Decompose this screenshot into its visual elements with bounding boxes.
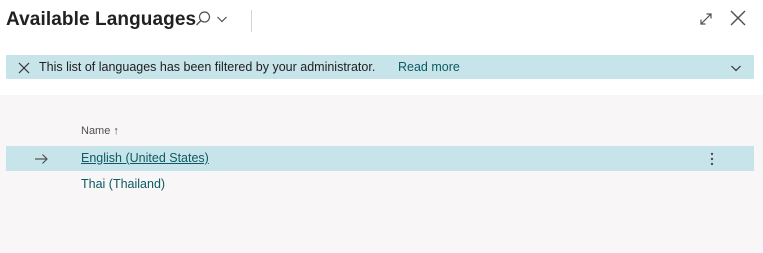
banner-message: This list of languages has been filtered…	[39, 60, 376, 74]
language-list: Name ↑ English (United States) Thai (Tha…	[0, 95, 763, 253]
list-row[interactable]: Thai (Thailand)	[6, 172, 754, 197]
list-row[interactable]: English (United States)	[6, 146, 754, 171]
expand-icon	[698, 11, 714, 32]
column-header-name[interactable]: Name ↑	[81, 125, 119, 137]
page-title: Available Languages	[6, 9, 197, 30]
page-header: Available Languages	[0, 0, 763, 42]
header-divider	[251, 10, 252, 32]
more-options-icon[interactable]	[708, 151, 716, 167]
dismiss-icon[interactable]	[18, 61, 30, 74]
expand-button[interactable]	[696, 11, 716, 31]
search-toggle[interactable]	[194, 10, 228, 33]
read-more-link[interactable]: Read more	[398, 60, 460, 74]
search-icon[interactable]	[194, 10, 212, 33]
arrow-right-icon	[34, 152, 48, 166]
close-button[interactable]	[728, 10, 748, 30]
language-name[interactable]: English (United States)	[81, 151, 209, 165]
language-name[interactable]: Thai (Thailand)	[81, 177, 165, 191]
column-header-label: Name	[81, 125, 111, 137]
chevron-down-icon[interactable]	[216, 12, 228, 30]
notification-banner: This list of languages has been filtered…	[6, 55, 754, 79]
sort-ascending-icon: ↑	[113, 125, 119, 137]
close-icon	[729, 9, 747, 32]
chevron-down-icon[interactable]	[730, 61, 742, 73]
